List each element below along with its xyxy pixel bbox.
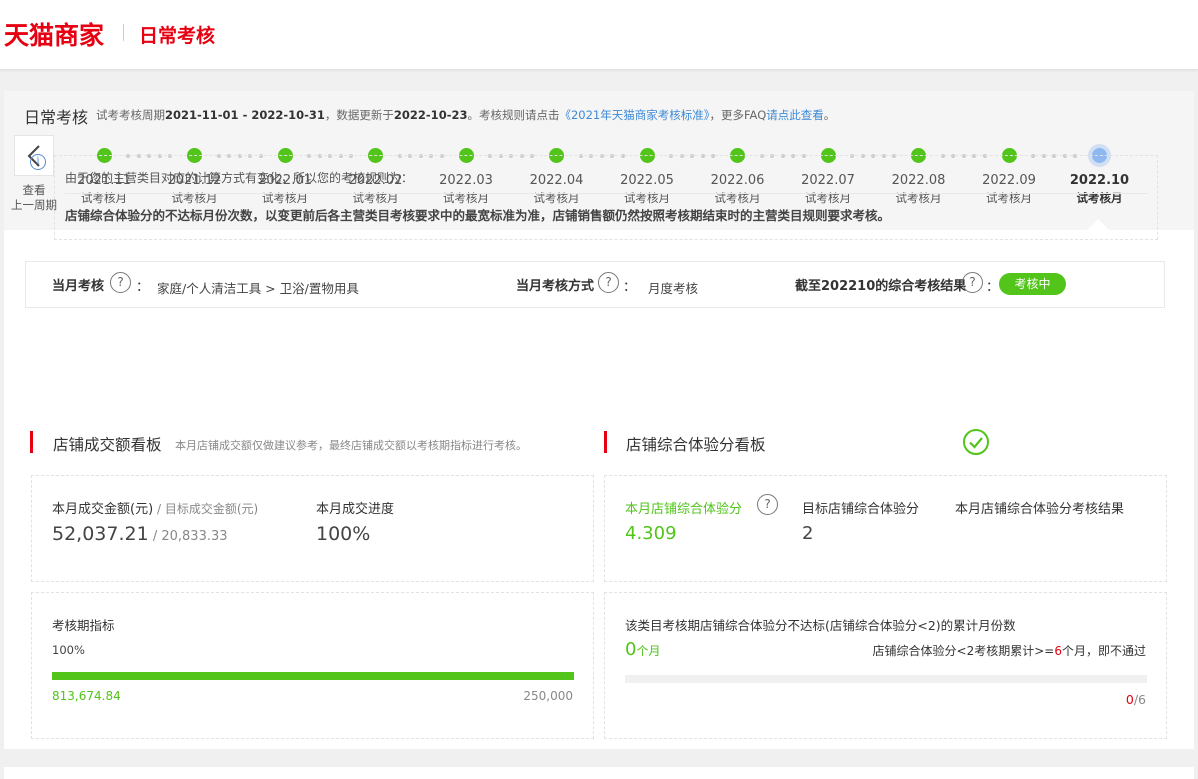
- amount-value: 52,037.21 / 20,833.33: [52, 523, 228, 545]
- period-target: 250,000: [523, 689, 573, 703]
- rule-link[interactable]: 《2021年天猫商家考核标准》: [559, 108, 709, 122]
- section-marker: [604, 431, 607, 453]
- sales-board-note: 本月店铺成交额仅做建议参考，最终店铺成交额以考核期指标进行考核。: [175, 439, 527, 452]
- target-label-text: 目标成交金额(元): [164, 502, 259, 516]
- section-title: 日常考核: [24, 108, 89, 127]
- fail-count-unit: 个月: [636, 644, 661, 658]
- progress-value: 100%: [316, 523, 371, 545]
- period-range: 2021-11-01 - 2022-10-31: [165, 108, 325, 122]
- month-assessment-label: 当月考核: [52, 279, 105, 294]
- period-label: 考核期指标: [52, 618, 115, 633]
- assessment-info-row: 当月考核 ? ： 家庭/个人清洁工具 > 卫浴/置物用具 当月考核方式 ? ： …: [25, 261, 1165, 308]
- colon: ：: [136, 280, 150, 295]
- period-percent: 100%: [52, 643, 85, 657]
- fail-progress-track: [625, 675, 1147, 683]
- brand-divider: [123, 24, 124, 41]
- notice-rule: 店铺综合体验分的不达标月份次数，以变更前后各主营类目考核要求中的最宽标准为准，店…: [65, 208, 891, 223]
- fail-title: 该类目考核期店铺综合体验分不达标(店铺综合体验分<2)的累计月份数: [625, 618, 1016, 633]
- page-title: 日常考核: [139, 25, 216, 47]
- notice-text: 由于您的主营类目对应的计算方式有变化，所以您的考核规则为：: [65, 171, 414, 185]
- rule-number: 6: [1054, 644, 1062, 658]
- period-end: 。: [823, 108, 836, 122]
- section-marker: [30, 431, 33, 453]
- method-value: 月度考核: [648, 281, 699, 296]
- amount-label-sep: /: [153, 502, 165, 516]
- period-card: 考核期指标 100% 813,674.84 250,000: [31, 592, 594, 739]
- month-category: 家庭/个人清洁工具 > 卫浴/置物用具: [157, 281, 359, 296]
- target-score-label: 目标店铺综合体验分: [802, 502, 920, 517]
- faq-link[interactable]: 请点此查看: [766, 108, 824, 122]
- update-prefix: ，数据更新于: [324, 108, 394, 122]
- exp-card: 本月店铺综合体验分 ? 4.309 目标店铺综合体验分 2 本月店铺综合体验分考…: [604, 475, 1167, 582]
- faq-prefix: ，更多FAQ: [709, 108, 767, 122]
- help-icon[interactable]: ?: [962, 272, 983, 293]
- target-score-value: 2: [802, 523, 814, 544]
- period-progress-track: [52, 672, 574, 680]
- fail-count: 0个月: [625, 639, 660, 660]
- amount-label-text: 本月成交金额(元): [52, 502, 154, 517]
- exp-result-label: 本月店铺综合体验分考核结果: [955, 502, 1125, 517]
- period-progress-fill: [52, 672, 574, 680]
- amount-label: 本月成交金额(元) / 目标成交金额(元): [52, 498, 258, 517]
- top-bar: 天猫商家 日常考核: [0, 0, 1198, 70]
- fail-counter-current: 0: [1125, 692, 1134, 707]
- rule-prefix: 。考核规则请点击: [467, 108, 560, 122]
- score-value: 4.309: [625, 523, 677, 544]
- fail-rule: 店铺综合体验分<2考核期累计>=6个月，即不通过: [873, 642, 1146, 659]
- result-label: 截至202210的综合考核结果: [795, 279, 967, 294]
- notice-divider: [65, 193, 1148, 194]
- sales-card: 本月成交金额(元) / 目标成交金额(元) 52,037.21 / 20,833…: [31, 475, 594, 582]
- help-icon[interactable]: ?: [598, 272, 619, 293]
- status-badge: 考核中: [999, 273, 1066, 295]
- rule-suffix: 个月，即不通过: [1061, 644, 1146, 658]
- info-icon: i: [30, 154, 46, 170]
- exp-board-title: 店铺综合体验分看板: [626, 436, 766, 454]
- fail-counter: 0/6: [1126, 692, 1146, 707]
- fail-counter-total: /6: [1133, 692, 1146, 707]
- rule-prefix: 店铺综合体验分<2考核期累计>=: [872, 644, 1055, 658]
- update-date: 2022-10-23: [393, 108, 468, 122]
- progress-label: 本月成交进度: [316, 502, 395, 517]
- period-actual: 813,674.84: [52, 689, 121, 703]
- colon: ：: [623, 280, 637, 295]
- method-label: 当月考核方式: [516, 279, 595, 294]
- sales-board-title: 店铺成交额看板: [53, 436, 162, 454]
- amount-number: 52,037.21: [52, 523, 149, 545]
- period-info: 试考考核周期2021-11-01 - 2022-10-31，数据更新于2022-…: [96, 107, 835, 123]
- target-number: 20,833.33: [161, 529, 228, 544]
- fail-count-card: 该类目考核期店铺综合体验分不达标(店铺综合体验分<2)的累计月份数 0个月 店铺…: [604, 592, 1167, 739]
- help-icon[interactable]: ?: [110, 272, 131, 293]
- next-section-edge: [4, 767, 1194, 779]
- amount-sep: /: [148, 529, 162, 544]
- help-icon[interactable]: ?: [757, 494, 778, 515]
- fail-count-number: 0: [625, 639, 637, 660]
- period-prefix: 试考考核周期: [96, 108, 165, 122]
- check-circle-icon: [963, 429, 989, 455]
- rule-notice: 由于您的主营类目对应的计算方式有变化，所以您的考核规则为： 店铺综合体验分的不达…: [54, 155, 1158, 240]
- score-label: 本月店铺综合体验分: [625, 502, 743, 517]
- brand-logo[interactable]: 天猫商家: [4, 16, 104, 52]
- colon: ：: [986, 280, 1000, 295]
